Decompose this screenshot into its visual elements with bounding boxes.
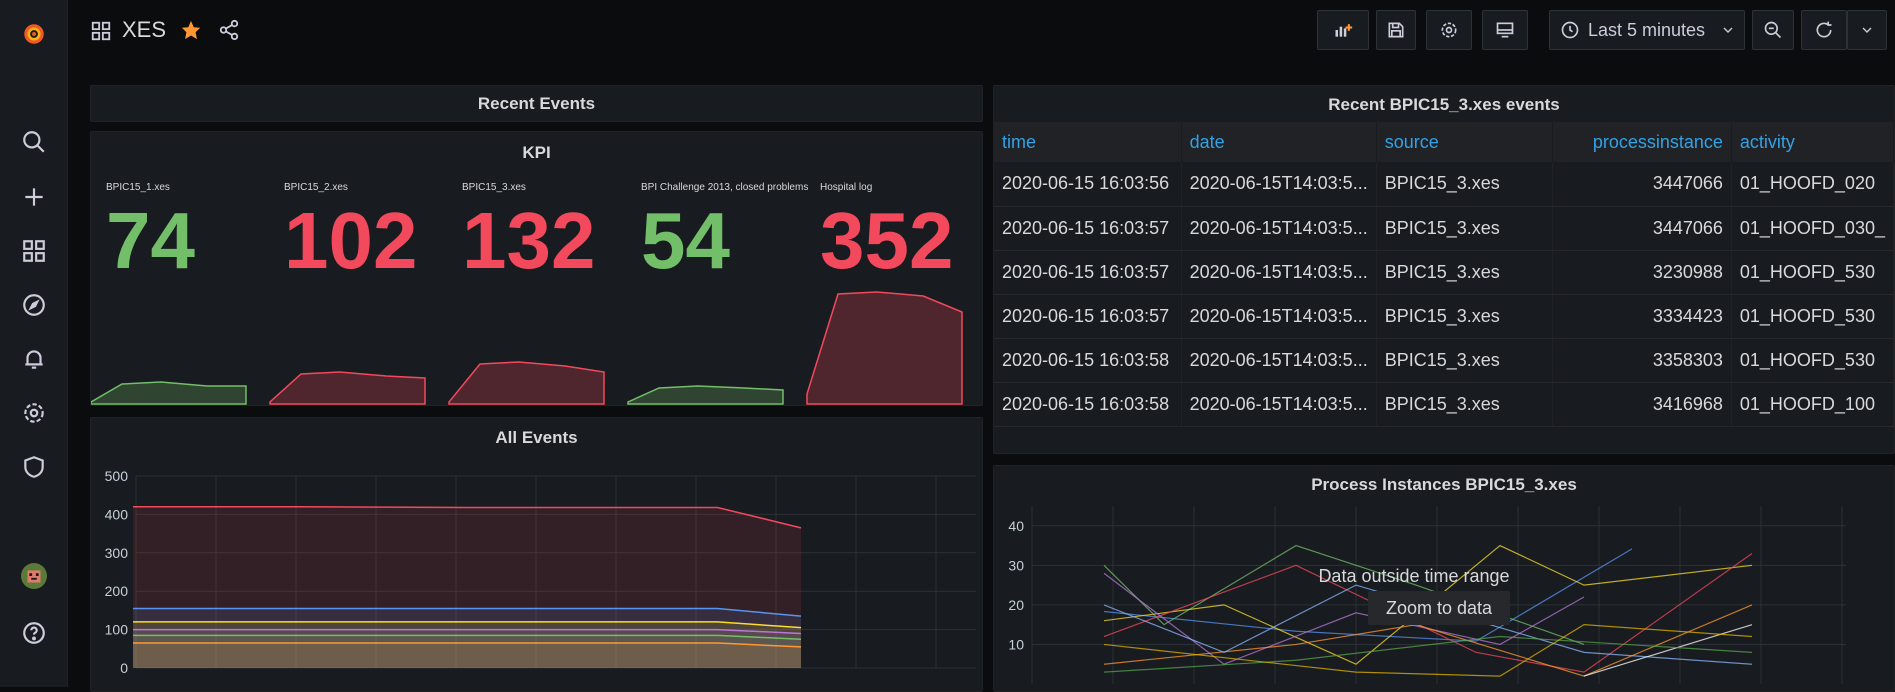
alerting-icon[interactable]: [20, 345, 48, 373]
table-cell: 2020-06-15T14:03:5...: [1181, 162, 1377, 207]
table-row[interactable]: 2020-06-15 16:03:57 2020-06-15T14:03:5...…: [994, 294, 1894, 339]
table-cell: 3358303: [1552, 338, 1732, 383]
dashboards-grid-icon[interactable]: [90, 20, 112, 47]
help-icon[interactable]: [20, 619, 48, 647]
table-cell: BPIC15_3.xes: [1376, 250, 1553, 295]
kpi-sparkline: [269, 371, 426, 405]
table-cell: 2020-06-15T14:03:5...: [1181, 250, 1377, 295]
chevron-down-icon: [1723, 27, 1733, 33]
y-tick-label: 500: [105, 468, 129, 484]
add-panel-button[interactable]: [1317, 10, 1369, 50]
user-avatar[interactable]: [20, 562, 48, 590]
time-range-label: Last 5 minutes: [1588, 19, 1706, 40]
all-events-chart[interactable]: 0 100 200 300 400 500: [91, 418, 983, 692]
y-tick-label: 300: [105, 545, 129, 561]
table-cell: BPIC15_3.xes: [1376, 338, 1553, 383]
table-cell: 2020-06-15T14:03:5...: [1181, 382, 1377, 427]
recent-events-title: Recent Events: [477, 94, 596, 113]
table-cell: 01_HOOFD_020: [1731, 162, 1894, 207]
all-events-panel: All Events 0 100 200 300 400 500: [90, 417, 983, 692]
kpi-sparkline: [448, 361, 605, 405]
col-header-source[interactable]: source: [1376, 122, 1553, 162]
table-cell: BPIC15_3.xes: [1376, 206, 1553, 251]
table-cell: BPIC15_3.xes: [1376, 162, 1553, 207]
dashboards-icon[interactable]: [20, 237, 48, 265]
col-header-activity[interactable]: activity: [1731, 122, 1894, 162]
kpi-sparkline: [806, 291, 963, 405]
data-outside-range-text: Data outside time range: [1318, 566, 1510, 586]
save-dashboard-button[interactable]: [1376, 10, 1416, 50]
table-cell: 3230988: [1552, 250, 1732, 295]
process-instance-line: [1103, 624, 1753, 677]
table-cell: 2020-06-15 16:03:57: [994, 294, 1182, 339]
grafana-logo-icon[interactable]: [14, 14, 54, 54]
recent-bpic-events-title: Recent BPIC15_3.xes events: [1328, 95, 1560, 114]
zoom-out-button[interactable]: [1752, 10, 1794, 50]
table-cell: 2020-06-15 16:03:58: [994, 382, 1182, 427]
table-cell: 3447066: [1552, 206, 1732, 251]
col-header-processinstance[interactable]: processinstance: [1552, 122, 1732, 162]
y-tick-label: 0: [120, 660, 128, 676]
dashboard-title[interactable]: XES: [122, 17, 166, 43]
table-row[interactable]: 2020-06-15 16:03:57 2020-06-15T14:03:5...…: [994, 250, 1894, 295]
recent-events-row[interactable]: Recent Events: [90, 85, 983, 122]
table-row[interactable]: 2020-06-15 16:03:57 2020-06-15T14:03:5...…: [994, 206, 1894, 251]
kpi-sparklines: [91, 291, 963, 405]
table-cell: 01_HOOFD_530: [1731, 338, 1894, 383]
explore-icon[interactable]: [20, 291, 48, 319]
table-header-row: time date source processinstance activit…: [994, 122, 1894, 162]
col-header-time[interactable]: time: [994, 122, 1182, 162]
search-icon[interactable]: [20, 128, 48, 156]
star-icon[interactable]: [180, 19, 202, 46]
table-cell: BPIC15_3.xes: [1376, 382, 1553, 427]
share-icon[interactable]: [218, 19, 240, 46]
table-cell: 2020-06-15T14:03:5...: [1181, 206, 1377, 251]
y-tick-label: 200: [105, 583, 129, 599]
col-header-date[interactable]: date: [1181, 122, 1377, 162]
kpi-panel: KPI BPIC15_1.xes 74 BPIC15_2.xes 102 BPIC15_…: [90, 131, 983, 406]
table-cell: 01_HOOFD_530: [1731, 250, 1894, 295]
kpi-sparkline: [91, 381, 247, 405]
y-tick-label: 30: [1008, 557, 1024, 573]
table-row[interactable]: 2020-06-15 16:03:58 2020-06-15T14:03:5...…: [994, 338, 1894, 383]
sidebar: [0, 0, 68, 687]
kpi-sparkline: [627, 385, 784, 405]
recent-bpic-events-panel: Recent BPIC15_3.xes events time date sou…: [993, 85, 1895, 454]
time-picker[interactable]: Last 5 minutes: [1549, 10, 1745, 50]
y-tick-label: 20: [1008, 597, 1024, 613]
refresh-button[interactable]: [1801, 10, 1847, 50]
table-row[interactable]: 2020-06-15 16:03:58 2020-06-15T14:03:5...…: [994, 382, 1894, 427]
table-cell: 01_HOOFD_530: [1731, 294, 1894, 339]
dashboard-settings-button[interactable]: [1426, 10, 1472, 50]
table-cell: BPIC15_3.xes: [1376, 294, 1553, 339]
events-table: time date source processinstance activit…: [994, 122, 1894, 427]
chevron-down-icon: [1862, 27, 1872, 33]
y-tick-label: 400: [105, 506, 129, 522]
process-instances-panel: Process Instances BPIC15_3.xes 10 20 30 40 …: [993, 465, 1895, 692]
configuration-icon[interactable]: [20, 399, 48, 427]
table-row[interactable]: 2020-06-15 16:03:56 2020-06-15T14:03:5...…: [994, 162, 1894, 207]
table-cell: 2020-06-15 16:03:56: [994, 162, 1182, 207]
zoom-to-data-button[interactable]: Zoom to data: [1368, 591, 1510, 625]
table-cell: 2020-06-15T14:03:5...: [1181, 294, 1377, 339]
y-tick-label: 100: [105, 622, 129, 638]
table-cell: 3334423: [1552, 294, 1732, 339]
refresh-interval-dropdown[interactable]: [1847, 10, 1887, 50]
table-cell: 3416968: [1552, 382, 1732, 427]
table-cell: 2020-06-15 16:03:58: [994, 338, 1182, 383]
y-tick-label: 40: [1008, 518, 1024, 534]
series-area: [133, 643, 801, 668]
table-cell: 2020-06-15 16:03:57: [994, 206, 1182, 251]
cycle-view-mode-button[interactable]: [1482, 10, 1528, 50]
top-bar: XES Last 5 minutes: [68, 0, 1895, 64]
table-cell: 01_HOOFD_100: [1731, 382, 1894, 427]
y-tick-label: 10: [1008, 636, 1024, 652]
plus-icon[interactable]: [20, 183, 48, 211]
shield-icon[interactable]: [20, 453, 48, 481]
table-cell: 01_HOOFD_030_: [1731, 206, 1894, 251]
table-cell: 2020-06-15T14:03:5...: [1181, 338, 1377, 383]
process-instance-line: [1103, 544, 1585, 646]
table-cell: 3447066: [1552, 162, 1732, 207]
table-cell: 2020-06-15 16:03:57: [994, 250, 1182, 295]
